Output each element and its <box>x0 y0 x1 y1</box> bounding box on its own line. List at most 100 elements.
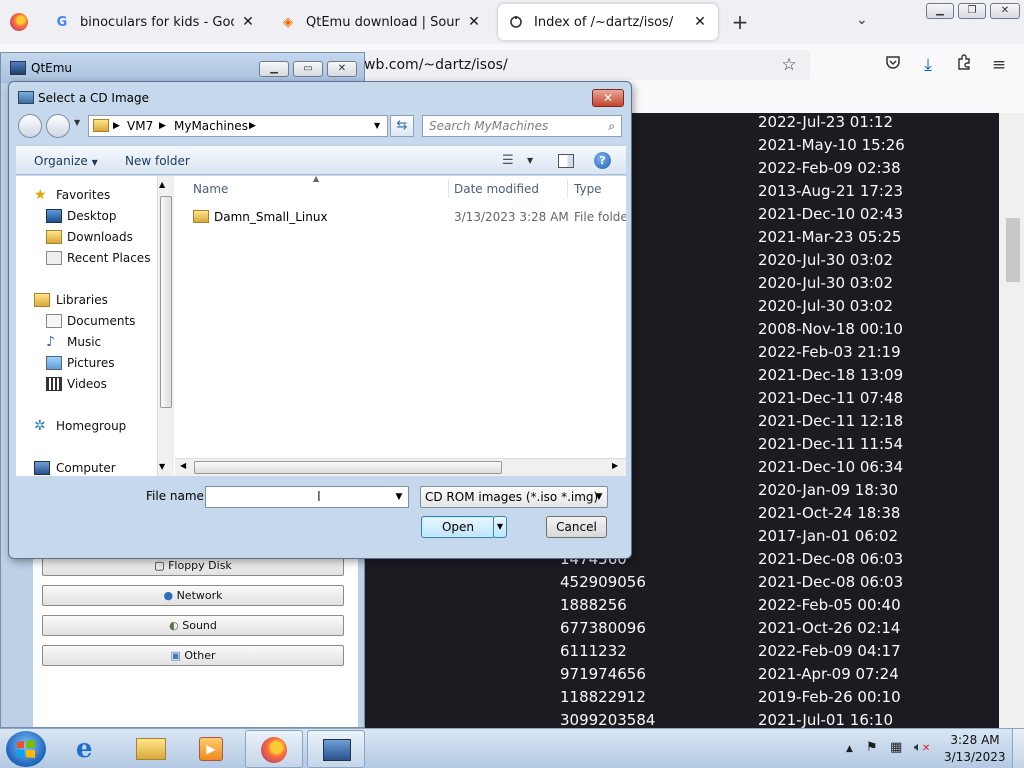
nav-recent-places[interactable]: Recent Places <box>16 248 164 268</box>
url-bar[interactable]: wb.com/~dartz/isos/ <box>360 50 810 80</box>
nav-downloads[interactable]: Downloads <box>16 227 164 247</box>
listing-date: 2021-May-10 15:26 <box>758 136 905 154</box>
scroll-down-icon[interactable]: ▼ <box>159 462 165 471</box>
bookmark-star-icon[interactable]: ☆ <box>778 54 800 76</box>
open-button[interactable]: Open <box>421 516 495 538</box>
hscroll-thumb[interactable] <box>194 461 502 474</box>
back-button[interactable] <box>18 114 42 138</box>
forward-button[interactable] <box>46 114 70 138</box>
internet-explorer-icon: e <box>76 734 93 764</box>
nav-libraries[interactable]: Libraries <box>16 290 164 310</box>
taskbar-explorer[interactable] <box>122 730 180 768</box>
close-icon[interactable]: ✕ <box>466 14 482 30</box>
show-hidden-icons[interactable]: ▲ <box>846 744 853 754</box>
extensions-icon[interactable] <box>953 54 975 76</box>
new-folder-button[interactable]: New folder <box>125 146 190 176</box>
column-header-name[interactable]: Name <box>193 176 447 202</box>
qtemu-maximize-button[interactable]: ▭ <box>293 61 323 77</box>
floppy-icon: ▢ <box>154 559 169 572</box>
breadcrumb-mymachines[interactable]: MyMachines <box>174 116 248 136</box>
other-button[interactable]: ▣ Other <box>42 645 344 666</box>
recent-pages-chevron-icon[interactable]: ▼ <box>74 118 80 127</box>
downloads-icon[interactable]: ⤓ <box>917 54 939 76</box>
search-placeholder: Search MyMachines <box>429 119 549 133</box>
volume-muted-icon[interactable]: 🔈︎✕ <box>914 740 930 755</box>
view-dropdown-icon[interactable]: ▼ <box>527 146 533 176</box>
minimize-button[interactable]: ▁ <box>926 3 954 19</box>
file-type-dropdown-icon[interactable]: ▼ <box>592 487 606 507</box>
file-name-dropdown-icon[interactable]: ▼ <box>392 487 406 507</box>
breadcrumb-chevron-icon[interactable]: ▶ <box>113 116 120 136</box>
nav-homegroup[interactable]: ✲ Homegroup <box>16 416 164 436</box>
help-icon[interactable]: ? <box>594 152 611 169</box>
nav-favorites[interactable]: ★ Favorites <box>16 185 164 205</box>
column-header-date[interactable]: Date modified <box>454 176 566 202</box>
show-desktop-button[interactable] <box>1012 729 1024 768</box>
qtemu-close-button[interactable]: ✕ <box>327 61 357 77</box>
cancel-button[interactable]: Cancel <box>546 516 607 538</box>
column-label: Name <box>193 182 229 196</box>
nav-pictures[interactable]: Pictures <box>16 353 164 373</box>
taskbar-internet-explorer[interactable]: e <box>62 730 120 768</box>
organize-button[interactable]: Organize ▼ <box>34 146 98 176</box>
search-input[interactable]: Search MyMachines ⌕ <box>422 115 622 137</box>
tab-index-isos[interactable]: Index of /~dartz/isos/ ✕ <box>498 4 718 40</box>
new-tab-button[interactable]: + <box>730 10 750 34</box>
network-button[interactable]: ● Network <box>42 585 344 606</box>
breadcrumb[interactable]: ▶ VM7 ▶ MyMachines ▶ ▼ <box>88 115 388 137</box>
qtemu-minimize-button[interactable]: ▁ <box>259 61 289 77</box>
address-dropdown-icon[interactable]: ▼ <box>374 116 380 136</box>
breadcrumb-vm7[interactable]: VM7 <box>127 116 153 136</box>
close-icon[interactable]: ✕ <box>692 14 708 30</box>
tab-sourceforge[interactable]: ◈ QtEmu download | SourceForge ✕ <box>270 4 492 40</box>
nav-desktop[interactable]: Desktop <box>16 206 164 226</box>
sound-button[interactable]: ◐ Sound <box>42 615 344 636</box>
nav-documents[interactable]: Documents <box>16 311 164 331</box>
breadcrumb-chevron-icon[interactable]: ▶ <box>249 116 256 136</box>
preview-pane-icon[interactable] <box>558 154 574 168</box>
listing-date: 2021-Oct-24 18:38 <box>758 504 901 522</box>
close-window-button[interactable]: ✕ <box>990 3 1020 19</box>
listing-size: 118822912 <box>560 688 646 706</box>
column-label: Type <box>574 182 602 196</box>
file-name-input[interactable]: I <box>205 486 409 508</box>
scroll-up-icon[interactable]: ▲ <box>159 180 165 189</box>
breadcrumb-chevron-icon[interactable]: ▶ <box>159 116 166 136</box>
nav-pane-scrollbar[interactable]: ▲ ▼ <box>157 176 174 476</box>
nav-videos[interactable]: Videos <box>16 374 164 394</box>
menu-hamburger-icon[interactable]: ≡ <box>988 54 1010 76</box>
nav-music[interactable]: ♪ Music <box>16 332 164 352</box>
taskbar-media-player[interactable]: ▶ <box>182 730 240 768</box>
action-center-flag-icon[interactable]: ⚑ <box>866 740 878 755</box>
start-button[interactable] <box>6 731 46 767</box>
tab-list-chevron-icon[interactable]: ⌄ <box>856 12 872 32</box>
nav-label: Desktop <box>67 209 117 223</box>
scroll-right-icon[interactable]: ▶ <box>612 461 618 470</box>
listing-date: 2020-Jan-09 18:30 <box>758 481 899 499</box>
network-tray-icon[interactable]: ▦ <box>890 740 902 755</box>
clock-time[interactable]: 3:28 AM <box>950 733 1000 747</box>
page-scrollbar[interactable] <box>999 113 1024 728</box>
file-row[interactable]: Damn_Small_Linux 3/13/2023 3:28 AM File … <box>193 207 626 227</box>
taskbar-qtemu[interactable] <box>307 730 365 768</box>
close-icon[interactable]: ✕ <box>240 14 256 30</box>
pocket-icon[interactable] <box>882 54 904 76</box>
page-scrollbar-thumb[interactable] <box>1006 218 1020 282</box>
nav-computer[interactable]: Computer <box>16 458 164 478</box>
clock-date[interactable]: 3/13/2023 <box>944 750 1006 764</box>
refresh-button[interactable]: ⇆ <box>390 115 414 137</box>
view-options-icon[interactable]: ☰ <box>502 146 514 176</box>
button-label: Floppy Disk <box>168 559 232 572</box>
dialog-close-button[interactable]: ✕ <box>592 89 624 107</box>
file-type-filter[interactable]: CD ROM images (*.iso *.img) <box>420 486 608 508</box>
scroll-left-icon[interactable]: ◀ <box>180 461 186 470</box>
tab-google[interactable]: G binoculars for kids - Google Se ✕ <box>44 4 266 40</box>
listing-size: 452909056 <box>560 573 646 591</box>
taskbar-firefox[interactable] <box>245 730 303 768</box>
sound-icon: ◐ <box>169 619 183 632</box>
nav-scroll-thumb[interactable] <box>160 196 172 408</box>
firefox-menu-icon[interactable] <box>10 13 28 31</box>
restore-button[interactable]: ❐ <box>958 3 986 19</box>
open-split-dropdown-icon[interactable]: ▼ <box>493 516 507 538</box>
column-header-type[interactable]: Type <box>574 176 626 202</box>
